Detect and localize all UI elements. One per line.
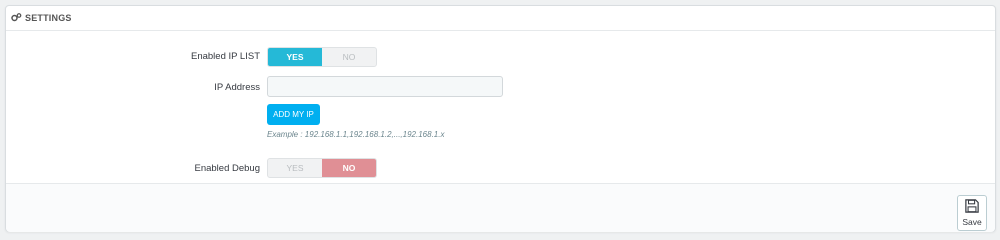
ip-example-help-text: Example : 192.168.1.1,192.168.1.2,...,19… bbox=[267, 130, 445, 139]
settings-panel: SETTINGS Enabled IP LIST YES NO IP Addre… bbox=[5, 5, 996, 232]
panel-title: SETTINGS bbox=[25, 13, 72, 23]
floppy-disk-icon bbox=[965, 199, 979, 217]
enabled-ip-list-yes[interactable]: YES bbox=[268, 48, 322, 66]
enabled-debug-label: Enabled Debug bbox=[194, 163, 261, 174]
panel-heading: SETTINGS bbox=[6, 6, 995, 31]
enabled-ip-list-toggle[interactable]: YES NO bbox=[267, 47, 377, 67]
enabled-debug-toggle[interactable]: YES NO bbox=[267, 158, 377, 178]
enabled-debug-yes[interactable]: YES bbox=[268, 159, 322, 177]
panel-footer: Save bbox=[6, 183, 995, 232]
enabled-debug-no[interactable]: NO bbox=[322, 159, 376, 177]
save-button[interactable]: Save bbox=[957, 195, 987, 231]
add-my-ip-button[interactable]: ADD MY IP bbox=[267, 104, 320, 125]
cogs-icon bbox=[11, 12, 25, 24]
ip-address-input[interactable] bbox=[267, 76, 503, 97]
enabled-ip-list-label: Enabled IP LIST bbox=[190, 51, 260, 62]
save-label: Save bbox=[962, 217, 982, 227]
enabled-ip-list-no[interactable]: NO bbox=[322, 48, 376, 66]
ip-address-label: IP Address bbox=[214, 82, 260, 93]
